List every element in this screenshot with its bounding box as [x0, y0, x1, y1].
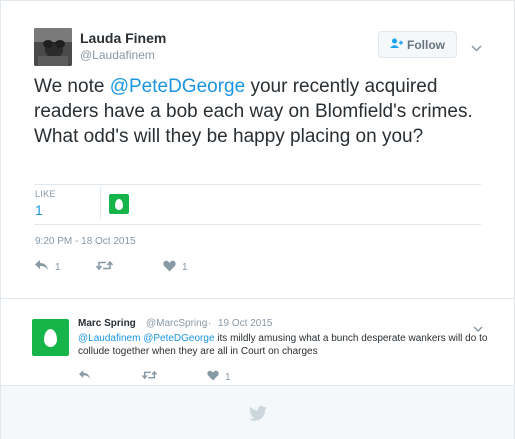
author-avatar[interactable] [34, 28, 72, 66]
main-tweet: Lauda Finem @Laudafinem Follow We note @… [1, 1, 514, 297]
tweet-text-part1: We note [34, 76, 110, 97]
author-name[interactable]: Lauda Finem [80, 30, 166, 46]
like-separator [100, 187, 101, 219]
tweet-text: We note @PeteDGeorge your recently acqui… [34, 74, 489, 149]
retweet-icon [141, 370, 158, 383]
reply-reply-action[interactable] [79, 370, 91, 383]
heart-icon [163, 260, 176, 275]
tweet-timestamp[interactable]: 9:20 PM - 18 Oct 2015 [35, 236, 136, 247]
follow-label: Follow [407, 37, 445, 52]
tweet-mention-link[interactable]: @PeteDGeorge [110, 76, 245, 97]
author-handle[interactable]: @Laudafinem [80, 48, 155, 62]
egg-icon [115, 198, 123, 210]
reply-like-action[interactable]: 1 [207, 370, 231, 384]
reply-dot: · [208, 318, 212, 329]
follow-person-icon [390, 38, 403, 52]
chevron-down-icon[interactable] [471, 39, 482, 57]
reply-mention-1[interactable]: @Laudafinem [78, 333, 140, 344]
follow-button[interactable]: Follow [378, 31, 457, 58]
reply-action[interactable]: 1 [35, 260, 61, 274]
reply-author-handle[interactable]: @MarcSpring [146, 318, 207, 329]
retweet-action[interactable] [95, 260, 114, 274]
reply-mention-2[interactable]: @PeteDGeorge [143, 333, 214, 344]
reply-body: its mildly amusing what a bunch desperat… [78, 333, 488, 357]
egg-icon [44, 328, 57, 347]
reply-retweet-action[interactable] [141, 370, 158, 383]
divider-bottom [34, 224, 481, 225]
retweet-icon [95, 260, 114, 274]
reply-heart-count: 1 [225, 371, 231, 383]
reply-count: 1 [55, 261, 61, 273]
reply-icon [35, 260, 49, 274]
reply-text: @Laudafinem @PeteDGeorge its mildly amus… [78, 332, 493, 358]
reply-icon [79, 370, 91, 383]
heart-count: 1 [182, 262, 188, 273]
divider-top [34, 184, 481, 185]
twitter-bird-icon[interactable] [249, 406, 267, 426]
reply-author-avatar[interactable] [32, 319, 69, 356]
like-action[interactable]: 1 [163, 260, 188, 275]
heart-icon [207, 370, 219, 384]
tweet-card: Lauda Finem @Laudafinem Follow We note @… [0, 0, 515, 439]
reply-author-name[interactable]: Marc Spring [78, 318, 136, 329]
liker-avatar[interactable] [109, 194, 129, 214]
like-label: LIKE [35, 189, 56, 199]
reply-date[interactable]: 19 Oct 2015 [218, 318, 272, 329]
like-count[interactable]: 1 [35, 202, 43, 218]
